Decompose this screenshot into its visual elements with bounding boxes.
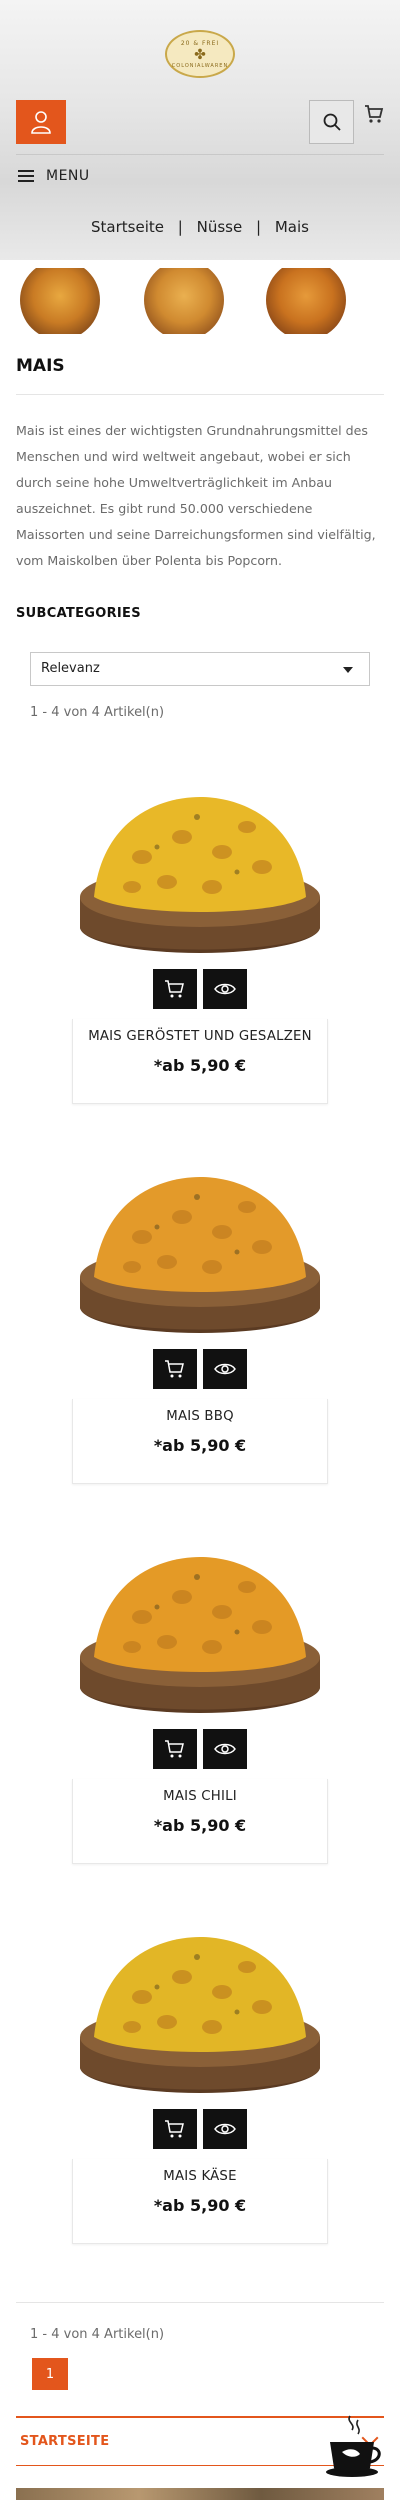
- product-price: *ab 5,90 €: [153, 1436, 247, 1455]
- logo-top-text: 20 & FREI: [180, 39, 220, 47]
- user-icon: [31, 111, 51, 134]
- banner-bowl: [266, 268, 346, 334]
- logo-bottom-text: COLONIALWAREN: [171, 62, 229, 69]
- add-to-cart-button[interactable]: [153, 969, 197, 1009]
- title-divider: [16, 394, 384, 395]
- quick-view-button[interactable]: [203, 2109, 247, 2149]
- hamburger-icon: [18, 170, 34, 182]
- logo-emblem: ✤: [194, 46, 206, 63]
- product-price: *ab 5,90 €: [153, 2196, 247, 2215]
- menu-toggle[interactable]: MENU: [18, 168, 90, 184]
- site-header: 20 & FREI ✤ COLONIALWAREN MENU Startseit…: [0, 0, 400, 260]
- product-name[interactable]: MAIS GERÖSTET UND GESALZEN: [73, 1029, 327, 1044]
- product-card[interactable]: MAIS CHILI *ab 5,90 €: [72, 1517, 328, 1864]
- banner-bowl: [144, 268, 224, 334]
- banner-bowl: [20, 268, 100, 334]
- cart-icon: [165, 2120, 184, 2138]
- product-info: MAIS KÄSE *ab 5,90 €: [72, 2159, 328, 2244]
- cart-icon: [165, 980, 184, 998]
- header-divider: [16, 154, 384, 155]
- subcategories-heading: SUBCATEGORIES: [16, 606, 141, 621]
- search-icon: [323, 113, 341, 131]
- caret-down-icon: [343, 667, 353, 673]
- category-description: Mais ist eines der wichtigsten Grundnahr…: [16, 423, 376, 568]
- breadcrumb-separator: |: [177, 218, 183, 236]
- sort-select[interactable]: Relevanz: [30, 652, 370, 686]
- product-image[interactable]: [72, 1137, 328, 1345]
- quick-view-button[interactable]: [203, 1729, 247, 1769]
- product-actions: [153, 969, 247, 1009]
- product-actions: [153, 1729, 247, 1769]
- breadcrumb-current: Mais: [274, 218, 309, 236]
- eye-icon: [214, 2123, 236, 2135]
- eye-icon: [214, 1743, 236, 1755]
- category-banner: [16, 268, 384, 334]
- breadcrumb: Startseite | Nüsse | Mais: [0, 218, 400, 236]
- add-to-cart-button[interactable]: [153, 1729, 197, 1769]
- menu-label: MENU: [46, 168, 90, 184]
- breadcrumb-nuts[interactable]: Nüsse: [197, 218, 243, 236]
- product-info: MAIS BBQ *ab 5,90 €: [72, 1399, 328, 1484]
- quick-view-button[interactable]: [203, 1349, 247, 1389]
- product-price: *ab 5,90 €: [153, 1816, 247, 1835]
- search-button[interactable]: [309, 100, 354, 144]
- product-card[interactable]: MAIS KÄSE *ab 5,90 €: [72, 1897, 328, 2244]
- product-info: MAIS GERÖSTET UND GESALZEN *ab 5,90 €: [72, 1019, 328, 1104]
- quick-view-button[interactable]: [203, 969, 247, 1009]
- product-image[interactable]: [72, 1897, 328, 2105]
- account-button[interactable]: [16, 100, 66, 144]
- page-title: MAIS: [16, 356, 65, 376]
- add-to-cart-button[interactable]: [153, 1349, 197, 1389]
- breadcrumb-separator: |: [256, 218, 262, 236]
- cart-icon[interactable]: [364, 104, 384, 124]
- product-name[interactable]: MAIS CHILI: [73, 1789, 327, 1804]
- product-image[interactable]: [72, 1517, 328, 1725]
- footer-image-strip: [16, 2488, 384, 2500]
- cart-icon: [165, 1360, 184, 1378]
- page-button-current[interactable]: 1: [32, 2358, 68, 2390]
- product-card[interactable]: MAIS GERÖSTET UND GESALZEN *ab 5,90 €: [72, 757, 328, 1104]
- product-count: 1 - 4 von 4 Artikel(n): [30, 705, 165, 720]
- cart-icon: [165, 1740, 184, 1758]
- product-name[interactable]: MAIS KÄSE: [73, 2169, 327, 2184]
- list-divider: [16, 2302, 384, 2303]
- footer-section-label: STARTSEITE: [20, 2434, 110, 2449]
- product-card[interactable]: MAIS BBQ *ab 5,90 €: [72, 1137, 328, 1484]
- product-actions: [153, 1349, 247, 1389]
- pagination-count: 1 - 4 von 4 Artikel(n): [30, 2327, 165, 2342]
- product-image[interactable]: [72, 757, 328, 965]
- coffee-cup-icon[interactable]: [322, 2412, 382, 2480]
- sort-selected-value: Relevanz: [41, 661, 100, 676]
- eye-icon: [214, 1363, 236, 1375]
- product-actions: [153, 2109, 247, 2149]
- product-info: MAIS CHILI *ab 5,90 €: [72, 1779, 328, 1864]
- breadcrumb-home[interactable]: Startseite: [91, 218, 164, 236]
- product-price: *ab 5,90 €: [153, 1056, 247, 1075]
- product-name[interactable]: MAIS BBQ: [73, 1409, 327, 1424]
- site-logo[interactable]: 20 & FREI ✤ COLONIALWAREN: [165, 30, 235, 78]
- add-to-cart-button[interactable]: [153, 2109, 197, 2149]
- eye-icon: [214, 983, 236, 995]
